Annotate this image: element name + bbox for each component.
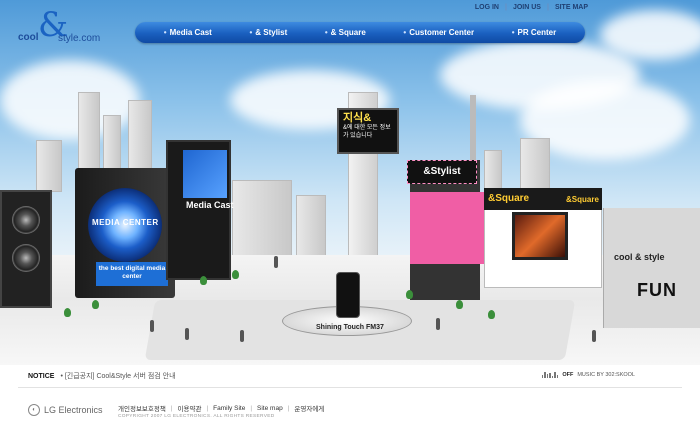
- music-credit: MUSIC BY 302:SKOOL: [577, 372, 635, 378]
- join-link[interactable]: JOIN US: [513, 4, 541, 11]
- skyline-tower: [78, 92, 100, 172]
- music-player: OFF MUSIC BY 302:SKOOL: [541, 372, 635, 378]
- nav-stylist[interactable]: & Stylist: [249, 28, 287, 37]
- skyline-tower: [520, 138, 550, 190]
- footer-separator: |: [206, 404, 209, 412]
- skyline-tower: [128, 100, 152, 175]
- notice-link[interactable]: • [긴급공지] Cool&Style 서버 점검 안내: [60, 371, 175, 381]
- sitemap-link[interactable]: SITE MAP: [555, 4, 588, 11]
- equalizer-icon: [541, 372, 559, 378]
- billboard-text: &에 대한 모든 정보가 있습니다: [343, 125, 391, 139]
- footer-divider: [18, 387, 682, 388]
- nav-square[interactable]: & Square: [325, 28, 366, 37]
- util-separator: |: [546, 4, 549, 11]
- stylist-storefront: [410, 192, 484, 264]
- person-figure: [185, 328, 189, 340]
- fun-text: FUN: [637, 280, 677, 300]
- footer-separator: |: [287, 404, 290, 412]
- util-separator: |: [504, 4, 507, 11]
- media-center-label: MEDIA CENTER: [92, 218, 159, 227]
- nav-pr-center[interactable]: PR Center: [512, 28, 557, 37]
- person-figure: [592, 330, 596, 342]
- notice-label: NOTICE: [28, 372, 55, 380]
- square-screen: [512, 212, 568, 260]
- media-cast-screen: [183, 150, 227, 198]
- site-logo[interactable]: & cool style.com: [14, 8, 110, 48]
- footer-separator: |: [170, 404, 173, 412]
- person-figure: [436, 318, 440, 330]
- login-link[interactable]: LOG IN: [475, 4, 499, 11]
- tree-icon: [92, 300, 99, 309]
- copyright: COPYRIGHT 2007 LG ELECTRONICS. ALL RIGHT…: [118, 414, 275, 419]
- skyline-tower: [103, 115, 121, 175]
- footer-links: 개인정보보호정책 | 이용약관 | Family Site | Site map…: [118, 403, 324, 414]
- phone-icon: [336, 272, 360, 318]
- hero-scene: MEDIA CENTER the best digital media cent…: [0, 0, 700, 365]
- tree-icon: [488, 310, 495, 319]
- billboard-headline: 지식&: [343, 112, 372, 124]
- stage-label: Shining Touch FM37: [316, 324, 384, 331]
- site-map-link[interactable]: Site map: [257, 405, 283, 412]
- person-figure: [274, 256, 278, 268]
- square-sign-secondary: &Square: [566, 195, 599, 204]
- company-name: LG Electronics: [44, 405, 103, 415]
- logo-style: style.com: [58, 33, 101, 44]
- lg-logo[interactable]: ◐ LG Electronics: [28, 404, 103, 416]
- skyline-tower: [484, 150, 502, 190]
- family-site-link[interactable]: Family Site: [213, 405, 245, 412]
- terms-link[interactable]: 이용약관: [178, 403, 202, 413]
- speaker-building[interactable]: [0, 190, 52, 308]
- privacy-policy-link[interactable]: 개인정보보호정책: [118, 403, 166, 413]
- speaker-cone-icon: [12, 206, 40, 234]
- speaker-cone-icon: [12, 244, 40, 272]
- tree-icon: [456, 300, 463, 309]
- tree-icon: [64, 308, 71, 317]
- tree-icon: [232, 270, 239, 279]
- media-cast-label: Media Cast: [186, 200, 234, 210]
- tree-icon: [406, 290, 413, 299]
- billboard[interactable]: 지식& &에 대한 모든 정보가 있습니다: [337, 108, 399, 154]
- person-figure: [240, 330, 244, 342]
- skyline-tower: [36, 140, 62, 192]
- stylist-sign: &Stylist: [407, 160, 477, 184]
- logo-cool: cool: [18, 32, 39, 43]
- notice-bar: NOTICE • [긴급공지] Cool&Style 서버 점검 안내: [28, 371, 176, 381]
- contact-admin-link[interactable]: 운영자에게: [294, 403, 324, 413]
- lg-circle-icon: ◐: [28, 404, 40, 416]
- tree-icon: [200, 276, 207, 285]
- nav-customer-center[interactable]: Customer Center: [403, 28, 474, 37]
- page: MEDIA CENTER the best digital media cent…: [0, 0, 700, 447]
- footer-separator: |: [250, 404, 253, 412]
- utility-nav: LOG IN | JOIN US | SITE MAP: [475, 4, 588, 11]
- cloud: [600, 10, 700, 60]
- fun-wall[interactable]: [603, 208, 700, 328]
- media-center-sign: the best digital media center: [96, 262, 168, 286]
- music-toggle-button[interactable]: OFF: [562, 372, 573, 378]
- fun-logo: cool & style: [614, 252, 665, 262]
- main-nav: Media Cast & Stylist & Square Customer C…: [135, 22, 585, 43]
- person-figure: [150, 320, 154, 332]
- nav-media-cast[interactable]: Media Cast: [164, 28, 212, 37]
